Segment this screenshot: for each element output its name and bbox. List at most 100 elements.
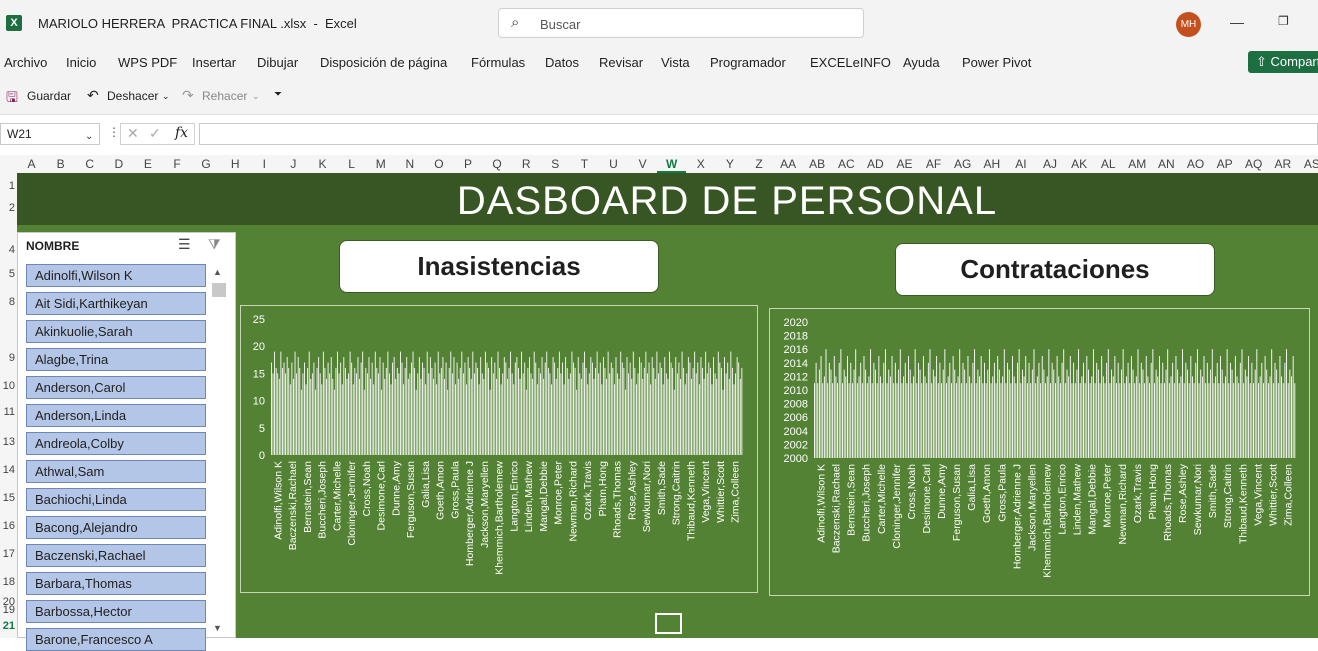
chart-bar[interactable] (659, 362, 661, 455)
chart-bar[interactable] (1035, 383, 1037, 458)
chart-bar[interactable] (1163, 383, 1165, 458)
chart-bar[interactable] (965, 383, 967, 458)
column-header-ak[interactable]: AK (1065, 157, 1094, 171)
column-header-y[interactable]: Y (715, 157, 744, 171)
chart-bar[interactable] (946, 383, 947, 458)
column-header-ar[interactable]: AR (1268, 157, 1297, 171)
redo-button[interactable]: Rehacer (202, 89, 247, 103)
chart-bar[interactable] (661, 367, 663, 455)
slicer-item[interactable]: Ait Sidi,Karthikeyan (26, 292, 206, 315)
chart-bar[interactable] (1281, 376, 1283, 458)
chart-bar[interactable] (1023, 376, 1025, 458)
chart-bar[interactable] (411, 362, 412, 455)
chart-bar[interactable] (1155, 369, 1157, 458)
chart-bar[interactable] (893, 383, 895, 458)
chart-bar[interactable] (363, 389, 365, 455)
chart-bar[interactable] (1244, 369, 1246, 458)
chart-bar[interactable] (349, 351, 351, 455)
chart-bar[interactable] (318, 357, 320, 455)
chart-bar[interactable] (1291, 376, 1292, 458)
chart-bar[interactable] (1063, 349, 1065, 458)
chart-bar[interactable] (576, 389, 578, 455)
chart-bar[interactable] (939, 362, 941, 458)
chart-bar[interactable] (1238, 383, 1240, 458)
column-header-a[interactable]: A (17, 157, 46, 171)
chart-bar[interactable] (566, 367, 568, 455)
chart-bar[interactable] (982, 383, 984, 458)
chart-bar[interactable] (1154, 383, 1155, 458)
chart-bar[interactable] (530, 373, 532, 455)
chart-bar[interactable] (607, 351, 609, 455)
chart-bar[interactable] (1262, 383, 1264, 458)
chart-bar[interactable] (636, 384, 637, 455)
chart-bar[interactable] (1272, 383, 1274, 458)
chart-bar[interactable] (1236, 376, 1238, 458)
chart-bar[interactable] (870, 349, 872, 458)
chart-bar[interactable] (414, 367, 416, 455)
chart-bar[interactable] (569, 373, 571, 455)
chart-bar[interactable] (960, 383, 962, 458)
chart-bar[interactable] (374, 351, 376, 455)
chart-bar[interactable] (420, 378, 422, 455)
chart-bar[interactable] (1286, 349, 1288, 458)
chart-bar[interactable] (1101, 356, 1103, 458)
chart-bar[interactable] (814, 383, 815, 458)
chart-bar[interactable] (651, 357, 653, 455)
chart-bar[interactable] (708, 362, 710, 455)
search-input[interactable]: ⌕ Buscar (498, 8, 864, 38)
chart-bar[interactable] (289, 384, 291, 455)
column-header-q[interactable]: Q (483, 157, 512, 171)
chart-bar[interactable] (922, 356, 924, 458)
chart-bar[interactable] (719, 362, 721, 455)
chart-bar[interactable] (1239, 362, 1241, 458)
chart-bar[interactable] (848, 383, 850, 458)
chart-bar[interactable] (625, 389, 626, 455)
chart-bar[interactable] (1157, 376, 1159, 458)
chart-bar[interactable] (609, 373, 611, 455)
chart-bar[interactable] (1127, 362, 1129, 458)
chart-bar[interactable] (997, 356, 999, 458)
column-header-n[interactable]: N (395, 157, 424, 171)
chart-bar[interactable] (588, 373, 590, 455)
chart-bar[interactable] (1225, 376, 1226, 458)
row-header-15[interactable]: 15 (0, 492, 15, 504)
chart-bar[interactable] (1002, 376, 1004, 458)
chart-bar[interactable] (562, 362, 563, 455)
chart-bar[interactable] (291, 362, 293, 455)
menu-dibujar[interactable]: Dibujar (257, 55, 298, 70)
chart-bar[interactable] (464, 362, 466, 455)
chart-bar[interactable] (1069, 356, 1071, 458)
chart-bar[interactable] (818, 369, 820, 458)
chart-bar[interactable] (880, 376, 881, 458)
chart-bar[interactable] (610, 362, 612, 455)
chart-bar[interactable] (1040, 383, 1042, 458)
chart-bar[interactable] (1102, 376, 1104, 458)
chart-bar[interactable] (1055, 383, 1056, 458)
chart-bar[interactable] (1000, 383, 1002, 458)
chart-bar[interactable] (837, 383, 839, 458)
chart-bar[interactable] (871, 383, 873, 458)
chart-bar[interactable] (472, 351, 474, 455)
chart-bar[interactable] (288, 367, 290, 455)
chart-bar[interactable] (881, 383, 883, 458)
chart-bar[interactable] (598, 373, 600, 455)
chart-bar[interactable] (568, 378, 570, 455)
chart-bar[interactable] (1112, 376, 1114, 458)
chart-bar[interactable] (596, 351, 598, 455)
chart-bar[interactable] (286, 357, 288, 455)
chart-bar[interactable] (335, 367, 337, 455)
chart-bar[interactable] (984, 362, 985, 458)
chart-bar[interactable] (439, 373, 441, 455)
chevron-down-icon[interactable]: ⌄ (85, 127, 93, 147)
slicer-item[interactable]: Akinkuolie,Sarah (26, 320, 206, 343)
chart-bar[interactable] (985, 383, 987, 458)
chart-bar[interactable] (959, 349, 961, 458)
chart-bar[interactable] (341, 384, 343, 455)
chart-bar[interactable] (277, 373, 279, 455)
chart-bar[interactable] (1106, 362, 1108, 458)
chart-bar[interactable] (1172, 362, 1174, 458)
chart-bar[interactable] (480, 357, 482, 455)
chart-bar[interactable] (823, 376, 825, 458)
chart-bar[interactable] (868, 376, 870, 458)
chart-bar[interactable] (1241, 349, 1243, 458)
